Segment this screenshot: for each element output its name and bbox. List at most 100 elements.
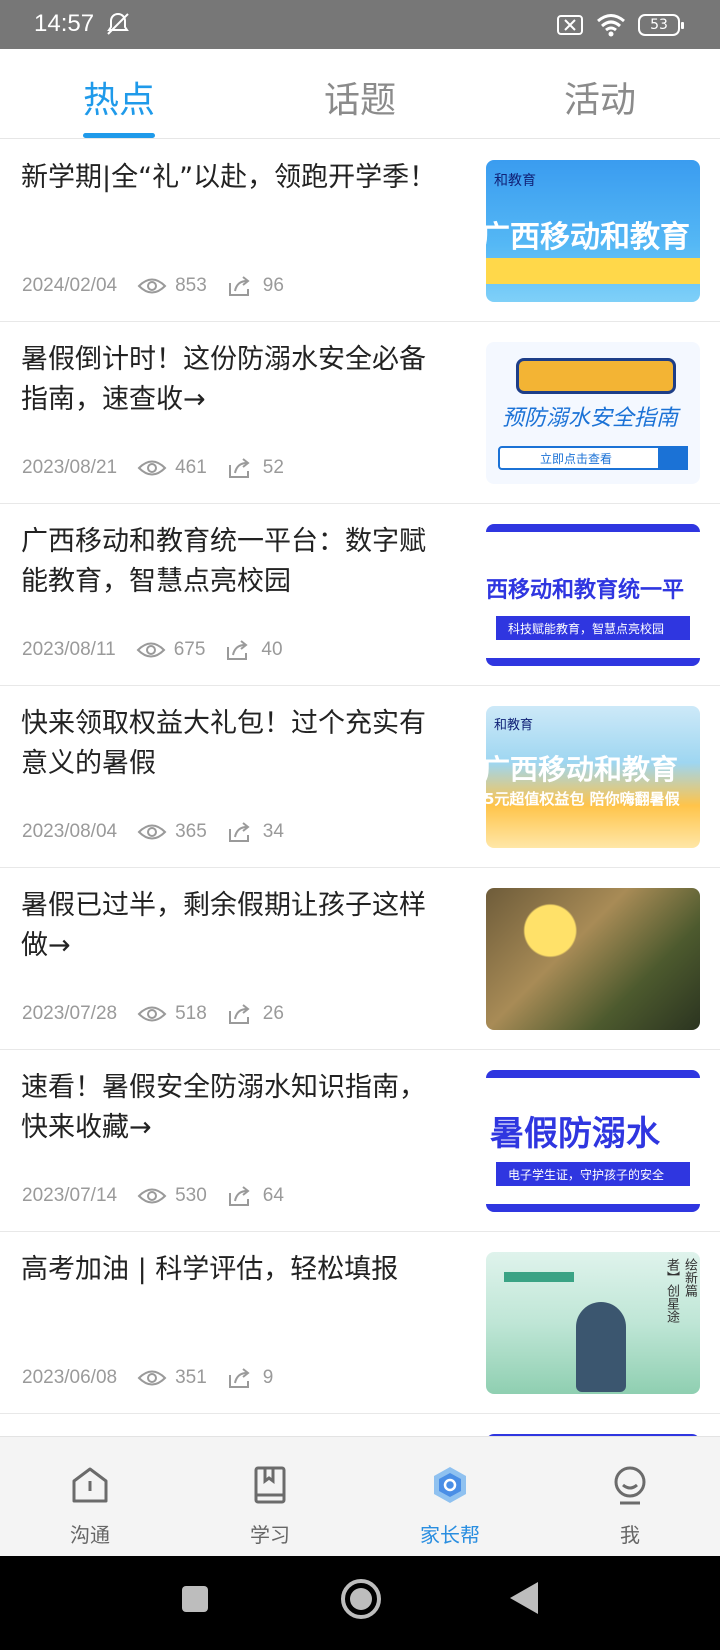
article-thumbnail[interactable]: 暑假防溺水 电子学生证，守护孩子的安全 [486, 1070, 700, 1212]
article-item[interactable]: 高考加油 | 科学评估，轻松填报 2023/06/08 351 9 者】创星途 … [0, 1232, 720, 1414]
article-meta: 2023/08/11 675 40 [22, 639, 283, 661]
article-date: 2023/07/14 [22, 1185, 118, 1206]
article-title: 新学期|全“礼”以赴，领跑开学季！ [21, 162, 437, 193]
status-icons: 53 [556, 12, 684, 38]
thumb-headline: 西移动和教育统一平 [486, 578, 685, 603]
article-meta: 2023/07/14 530 64 [22, 1185, 284, 1207]
article-feed[interactable]: 新学期|全“礼”以赴，领跑开学季！ 2024/02/04 853 96 和教育 … [0, 140, 720, 1436]
active-tab-indicator [83, 133, 155, 138]
share-icon [228, 458, 250, 478]
share-icon [228, 1368, 250, 1388]
battery-level: 53 [650, 17, 668, 33]
article-meta: 2023/07/28 518 26 [22, 1003, 284, 1025]
profile-icon [614, 1466, 646, 1505]
article-item[interactable]: 广西移动和教育统一平台：数字赋能教育，智慧点亮校园 2023/08/11 675… [0, 504, 720, 686]
tab-activities[interactable]: 活动 [540, 71, 660, 123]
article-title: 高考加油 | 科学评估，轻松填报 [21, 1254, 399, 1285]
article-meta: 2023/08/21 461 52 [22, 457, 284, 479]
article-item-partial[interactable] [0, 1414, 720, 1436]
article-views: 365 [175, 821, 207, 842]
nav-me[interactable]: 我 [540, 1437, 720, 1557]
thumb-band: 科技赋能教育，智慧点亮校园 [496, 616, 690, 640]
article-date: 2023/07/28 [22, 1003, 118, 1024]
eye-icon [137, 824, 167, 840]
thumb-headline: 广西移动和教育 [486, 753, 679, 786]
thumb-pavilion [504, 1272, 574, 1372]
article-title: 快来领取权益大礼包！过个充实有意义的暑假 [21, 708, 426, 779]
system-nav-bar [0, 1556, 720, 1650]
eye-icon [137, 1370, 167, 1386]
article-thumbnail[interactable]: 者】创星途 绘新篇 [486, 1252, 700, 1394]
article-thumbnail[interactable]: 预防溺水安全指南 立即点击查看 [486, 342, 700, 484]
thumb-search-icon [658, 446, 688, 470]
thumb-subtitle: 电子学生证，守护孩子的安全 [508, 1168, 665, 1182]
back-button-icon[interactable] [508, 1580, 540, 1616]
eye-icon [137, 1188, 167, 1204]
thumb-headline: 暑假防溺水 [490, 1114, 660, 1154]
article-shares: 52 [262, 457, 284, 478]
article-thumbnail[interactable]: 西移动和教育统一平 科技赋能教育，智慧点亮校园 [486, 524, 700, 666]
thumb-headline: 预防溺水安全指南 [502, 406, 679, 431]
nav-parent-help[interactable]: 家长帮 [360, 1437, 540, 1557]
article-item[interactable]: 快来领取权益大礼包！过个充实有意义的暑假 2023/08/04 365 34 和… [0, 686, 720, 868]
thumb-subtitle: 5元超值权益包 陪你嗨翻暑假 [486, 790, 680, 808]
article-item[interactable]: 速看！暑假安全防溺水知识指南，快来收藏→ 2023/07/14 530 64 暑… [0, 1050, 720, 1232]
article-date: 2023/08/21 [22, 457, 118, 478]
article-shares: 9 [262, 1367, 274, 1388]
nav-label: 我 [620, 1523, 640, 1547]
recents-button-icon[interactable] [180, 1584, 210, 1614]
article-views: 518 [175, 1003, 207, 1024]
thumb-subtitle: 科技赋能教育，智慧点亮校园 [508, 622, 665, 636]
thumb-text: 者】创星途 [664, 1258, 679, 1323]
article-thumbnail-photo[interactable] [486, 888, 700, 1030]
thumb-graphic [516, 358, 676, 394]
thumb-search-text: 立即点击查看 [540, 452, 613, 466]
article-meta: 2023/08/04 365 34 [22, 821, 284, 843]
hexagon-icon [434, 1467, 466, 1503]
article-title: 速看！暑假安全防溺水知识指南，快来收藏→ [21, 1072, 426, 1143]
tab-topics[interactable]: 话题 [300, 71, 420, 123]
bottom-nav: 沟通 学习 家长帮 我 [0, 1436, 720, 1556]
eye-icon [137, 460, 167, 476]
article-thumbnail[interactable]: 和教育 广西移动和教育 [486, 160, 700, 302]
article-views: 853 [175, 275, 207, 296]
status-bar: 14:57 53 [0, 0, 720, 49]
share-icon [228, 1004, 250, 1024]
article-thumbnail[interactable]: 和教育 广西移动和教育 5元超值权益包 陪你嗨翻暑假 [486, 706, 700, 848]
article-shares: 26 [262, 1003, 284, 1024]
article-shares: 64 [262, 1185, 284, 1206]
article-meta: 2023/06/08 351 9 [22, 1367, 273, 1389]
share-icon [228, 822, 250, 842]
article-shares: 96 [262, 275, 284, 296]
thumb-strip [486, 258, 700, 284]
wifi-icon [597, 14, 625, 37]
article-title: 暑假已过半，剩余假期让孩子这样做→ [21, 890, 426, 961]
article-views: 351 [175, 1367, 207, 1388]
nav-communicate[interactable]: 沟通 [0, 1437, 180, 1557]
article-views: 530 [175, 1185, 207, 1206]
article-date: 2023/08/04 [22, 821, 118, 842]
thumb-search-graphic: 立即点击查看 [498, 446, 688, 470]
article-item[interactable]: 新学期|全“礼”以赴，领跑开学季！ 2024/02/04 853 96 和教育 … [0, 140, 720, 322]
thumb-band: 电子学生证，守护孩子的安全 [496, 1162, 690, 1186]
nav-label: 家长帮 [420, 1523, 480, 1547]
eye-icon [137, 1006, 167, 1022]
thumb-figure [576, 1302, 626, 1392]
chat-bubble-icon [72, 1467, 108, 1503]
nav-learn[interactable]: 学习 [180, 1437, 360, 1557]
thumb-headline: 广西移动和教育 [486, 220, 690, 255]
mute-bell-icon [107, 12, 129, 35]
top-tabs: 热点 话题 活动 [0, 49, 720, 139]
tab-hot[interactable]: 热点 [59, 71, 179, 123]
article-item[interactable]: 暑假倒计时！这份防溺水安全必备指南，速查收→ 2023/08/21 461 52… [0, 322, 720, 504]
sim-error-icon [557, 15, 583, 35]
article-date: 2023/06/08 [22, 1367, 118, 1388]
home-button-icon[interactable] [340, 1578, 382, 1620]
share-icon [228, 276, 250, 296]
article-shares: 34 [262, 821, 284, 842]
article-shares: 40 [261, 639, 283, 660]
article-item[interactable]: 暑假已过半，剩余假期让孩子这样做→ 2023/07/28 518 26 [0, 868, 720, 1050]
share-icon [228, 1186, 250, 1206]
nav-label: 沟通 [70, 1523, 110, 1547]
article-date: 2023/08/11 [22, 639, 116, 660]
